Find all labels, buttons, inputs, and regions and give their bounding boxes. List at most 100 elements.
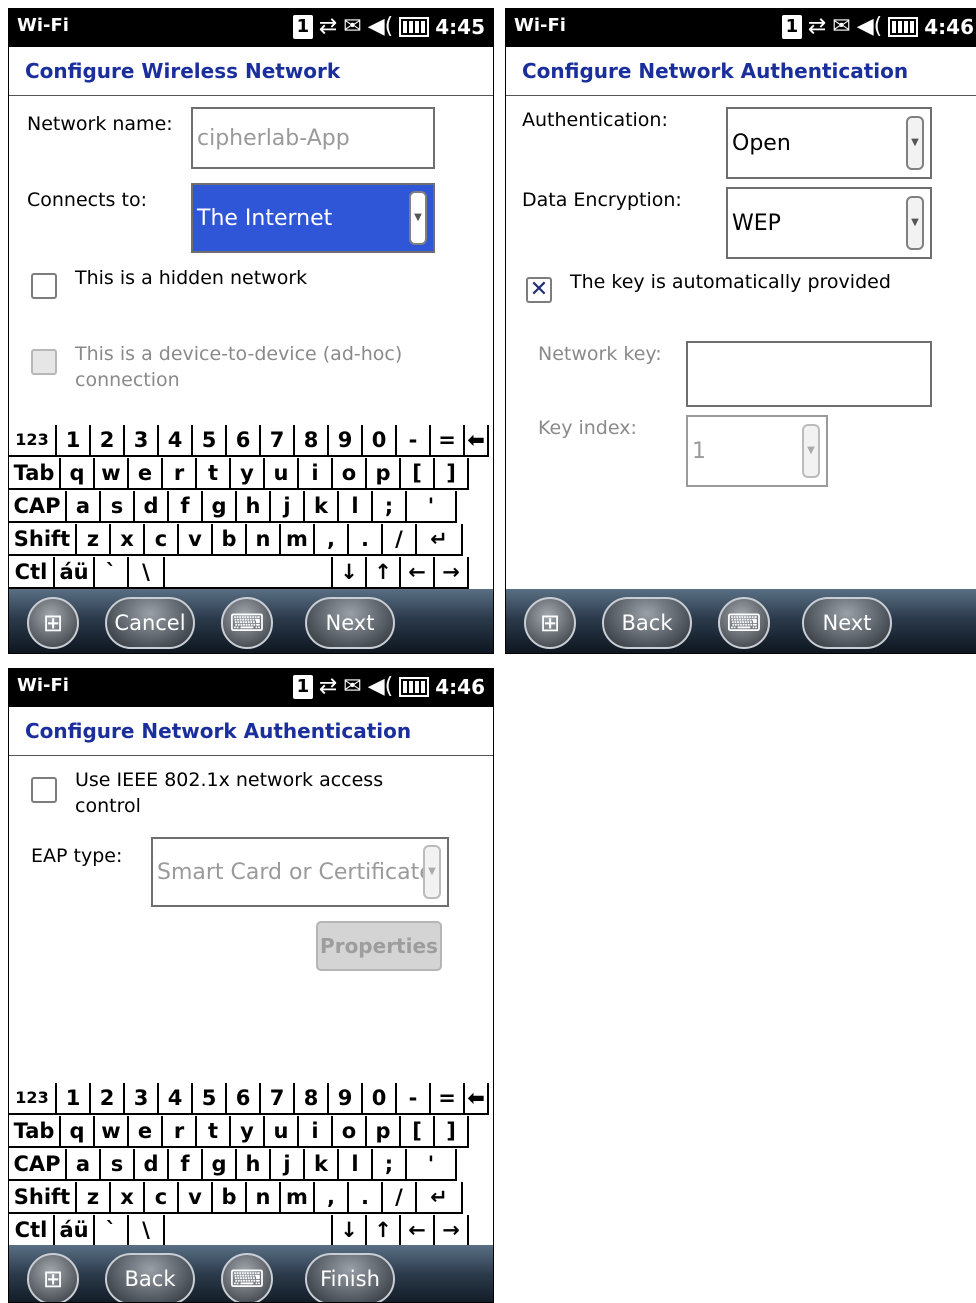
key[interactable]: 1: [57, 1083, 91, 1115]
key[interactable]: z: [77, 1182, 111, 1214]
key[interactable]: q: [61, 1116, 95, 1148]
key[interactable]: 2: [91, 1083, 125, 1115]
key[interactable]: ↑: [367, 557, 401, 589]
key[interactable]: p: [367, 458, 401, 490]
key[interactable]: ;: [373, 491, 407, 523]
key[interactable]: 5: [193, 1083, 227, 1115]
key[interactable]: 7: [261, 425, 295, 457]
key[interactable]: r: [163, 458, 197, 490]
key[interactable]: p: [367, 1116, 401, 1148]
key[interactable]: ]: [435, 458, 469, 490]
key[interactable]: n: [247, 524, 281, 556]
key[interactable]: h: [237, 491, 271, 523]
key[interactable]: `: [95, 1215, 129, 1247]
key[interactable]: ]: [435, 1116, 469, 1148]
key[interactable]: z: [77, 524, 111, 556]
key[interactable]: [: [401, 458, 435, 490]
key[interactable]: j: [271, 491, 305, 523]
back-button[interactable]: Back: [602, 597, 692, 649]
key[interactable]: w: [95, 1116, 129, 1148]
key[interactable]: ,: [315, 524, 349, 556]
key[interactable]: ;: [373, 1149, 407, 1181]
key[interactable]: 9: [329, 1083, 363, 1115]
key[interactable]: `: [95, 557, 129, 589]
key[interactable]: v: [179, 524, 213, 556]
key[interactable]: o: [333, 1116, 367, 1148]
key[interactable]: 8: [295, 1083, 329, 1115]
key[interactable]: 123: [9, 425, 57, 457]
key[interactable]: 0: [363, 1083, 397, 1115]
key[interactable]: CAP: [9, 1149, 67, 1181]
key[interactable]: 3: [125, 425, 159, 457]
key[interactable]: r: [163, 1116, 197, 1148]
key[interactable]: u: [265, 1116, 299, 1148]
key[interactable]: Tab: [9, 458, 61, 490]
key[interactable]: b: [213, 1182, 247, 1214]
key[interactable]: 0: [363, 425, 397, 457]
key[interactable]: q: [61, 458, 95, 490]
next-button[interactable]: Next: [305, 597, 395, 649]
key[interactable]: .: [349, 1182, 383, 1214]
key[interactable]: c: [145, 524, 179, 556]
key[interactable]: o: [333, 458, 367, 490]
key[interactable]: \: [129, 557, 165, 589]
key[interactable]: áü: [55, 557, 95, 589]
key[interactable]: [: [401, 1116, 435, 1148]
key[interactable]: b: [213, 524, 247, 556]
windows-start-icon[interactable]: ⊞: [27, 597, 79, 649]
finish-button[interactable]: Finish: [305, 1253, 395, 1302]
key[interactable]: j: [271, 1149, 305, 1181]
key[interactable]: Ctl: [9, 1215, 55, 1247]
network-name-input[interactable]: cipherlab-App: [191, 107, 435, 169]
keyboard-icon[interactable]: ⌨: [221, 1253, 273, 1302]
key[interactable]: =: [431, 1083, 465, 1115]
key[interactable]: ,: [315, 1182, 349, 1214]
keyboard-icon[interactable]: ⌨: [221, 597, 273, 649]
key[interactable]: ↵: [417, 524, 463, 556]
ieee-8021x-checkbox[interactable]: [31, 777, 57, 803]
key[interactable]: f: [169, 1149, 203, 1181]
key[interactable]: →: [435, 1215, 469, 1247]
auto-key-checkbox[interactable]: ✕: [526, 277, 552, 303]
dropdown-arrow-icon[interactable]: ▼: [906, 196, 924, 250]
key[interactable]: ↓: [333, 1215, 367, 1247]
hidden-network-checkbox[interactable]: [31, 273, 57, 299]
key[interactable]: ←: [401, 1215, 435, 1247]
key[interactable]: /: [383, 1182, 417, 1214]
key[interactable]: 6: [227, 1083, 261, 1115]
key[interactable]: ': [407, 1149, 457, 1181]
keyboard-icon[interactable]: ⌨: [718, 597, 770, 649]
key[interactable]: \: [129, 1215, 165, 1247]
key[interactable]: g: [203, 491, 237, 523]
key[interactable]: a: [67, 491, 101, 523]
key[interactable]: áü: [55, 1215, 95, 1247]
key[interactable]: ': [407, 491, 457, 523]
key[interactable]: -: [397, 1083, 431, 1115]
windows-start-icon[interactable]: ⊞: [27, 1253, 79, 1302]
key[interactable]: 2: [91, 425, 125, 457]
key[interactable]: e: [129, 458, 163, 490]
key[interactable]: 5: [193, 425, 227, 457]
key[interactable]: 6: [227, 425, 261, 457]
key[interactable]: -: [397, 425, 431, 457]
key[interactable]: 8: [295, 425, 329, 457]
key[interactable]: t: [197, 1116, 231, 1148]
key[interactable]: y: [231, 458, 265, 490]
key[interactable]: /: [383, 524, 417, 556]
key[interactable]: m: [281, 1182, 315, 1214]
key[interactable]: n: [247, 1182, 281, 1214]
key[interactable]: ↵: [417, 1182, 463, 1214]
key[interactable]: u: [265, 458, 299, 490]
key[interactable]: y: [231, 1116, 265, 1148]
key[interactable]: 4: [159, 1083, 193, 1115]
key[interactable]: .: [349, 524, 383, 556]
key[interactable]: x: [111, 1182, 145, 1214]
key[interactable]: s: [101, 491, 135, 523]
key[interactable]: s: [101, 1149, 135, 1181]
key[interactable]: ↓: [333, 557, 367, 589]
key[interactable]: v: [179, 1182, 213, 1214]
key[interactable]: e: [129, 1116, 163, 1148]
back-button[interactable]: Back: [105, 1253, 195, 1302]
windows-start-icon[interactable]: ⊞: [524, 597, 576, 649]
key[interactable]: Shift: [9, 1182, 77, 1214]
